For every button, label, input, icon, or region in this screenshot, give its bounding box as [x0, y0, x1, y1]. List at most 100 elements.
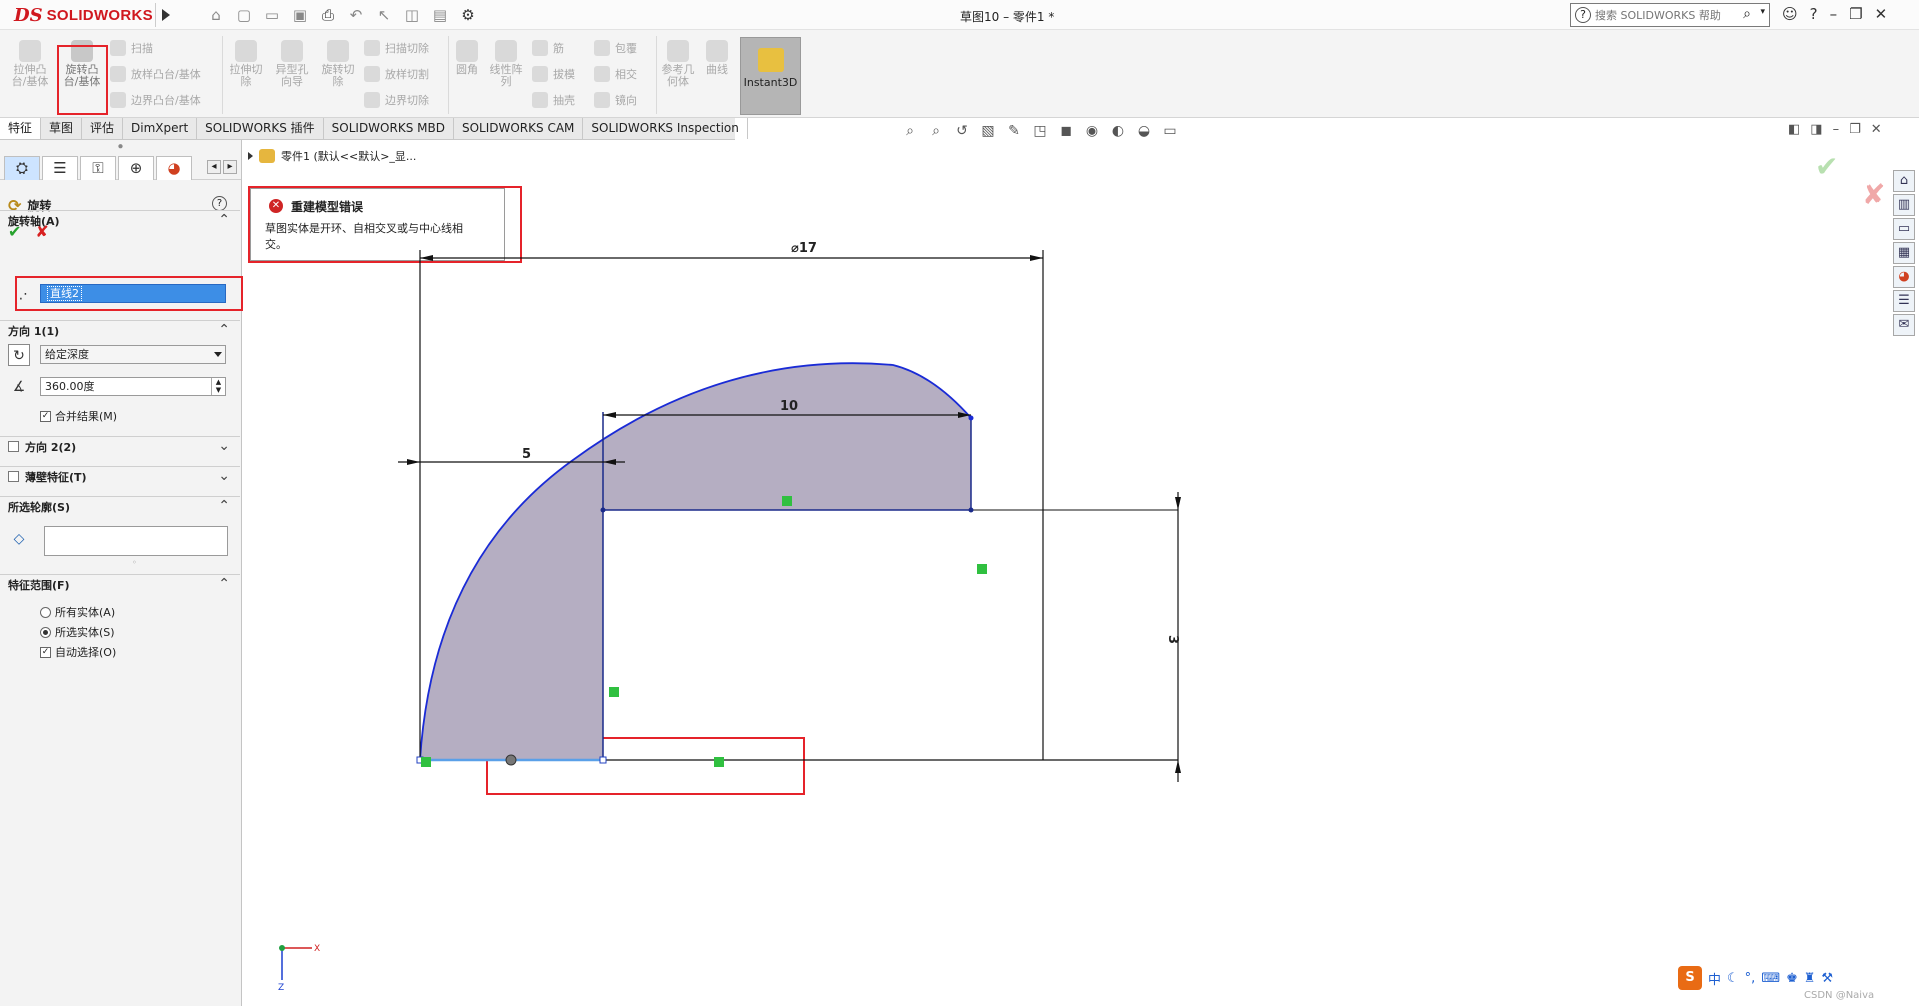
resources-home-icon[interactable]: ⌂	[1893, 170, 1915, 192]
boundary-cut-button[interactable]: 边界切除	[364, 92, 429, 108]
help-search-input[interactable]	[1595, 7, 1735, 23]
axis-section-header[interactable]: 旋转轴(A) ⌃	[0, 210, 240, 230]
close-icon[interactable]: ✕	[1875, 5, 1888, 23]
sogou-logo-icon[interactable]: S	[1678, 966, 1702, 990]
scene-icon[interactable]: ◒	[1134, 122, 1154, 140]
user-icon[interactable]: ☺	[1782, 5, 1798, 23]
dynamic-annotation-icon[interactable]: ✎	[1004, 122, 1024, 140]
boundary-boss-button[interactable]: 边界凸台/基体	[110, 92, 201, 108]
moon-icon[interactable]: ☾	[1727, 971, 1739, 986]
display-style-icon[interactable]: ◼	[1056, 122, 1076, 140]
doc-minimize-icon[interactable]: –	[1833, 122, 1840, 137]
revolve-boss-button[interactable]: 旋转凸 台/基体	[60, 40, 104, 88]
chevron-left-icon[interactable]: ◂	[207, 160, 221, 174]
sketch-viewport[interactable]: ⌀17 10 5 3	[243, 140, 1888, 1006]
feature-manager-tab[interactable]: ⛭	[4, 156, 40, 180]
minimize-icon[interactable]: –	[1830, 5, 1838, 23]
feature-scope-section-header[interactable]: 特征范围(F) ⌃	[0, 574, 240, 594]
chevron-up-icon[interactable]: ⌃	[218, 576, 230, 592]
horizontal-relation-icon[interactable]	[782, 496, 792, 506]
sketch-point[interactable]	[968, 415, 974, 421]
vertical-relation-icon[interactable]	[609, 687, 619, 697]
save-icon[interactable]: ▣	[289, 5, 311, 25]
forum-icon[interactable]: ✉	[1893, 314, 1915, 336]
angle-spinner[interactable]: ▲ ▼	[211, 378, 225, 395]
section-view-icon[interactable]: ▧	[978, 122, 998, 140]
shell-button[interactable]: 抽壳	[532, 92, 575, 108]
hide-show-icon[interactable]: ◉	[1082, 122, 1102, 140]
tab-2[interactable]: 评估	[82, 118, 124, 139]
scope-all-bodies-radio[interactable]: 所有实体(A)	[40, 604, 115, 620]
display-manager-tab[interactable]: ◕	[156, 156, 192, 180]
appearances-icon[interactable]: ◕	[1893, 266, 1915, 288]
mirror-button[interactable]: 镜向	[594, 92, 637, 108]
custom-properties-icon[interactable]: ☰	[1893, 290, 1915, 312]
design-library-icon[interactable]: ▥	[1893, 194, 1915, 216]
wrap-button[interactable]: 包覆	[594, 40, 637, 56]
chevron-down-icon[interactable]: ⌄	[218, 438, 230, 454]
merge-result-checkbox[interactable]: ✓ 合并结果(M)	[40, 408, 117, 424]
view-orientation-icon[interactable]: ◳	[1030, 122, 1050, 140]
view-palette-icon[interactable]: ▦	[1893, 242, 1915, 264]
dimxpert-manager-tab[interactable]: ⊕	[118, 156, 154, 180]
loft-button[interactable]: 放样凸台/基体	[110, 66, 201, 82]
selected-contours-list[interactable]	[44, 526, 228, 556]
ime-lang-toggle[interactable]: 中	[1708, 969, 1721, 988]
restore-icon[interactable]: ❐	[1849, 5, 1862, 23]
direction2-checkbox[interactable]	[8, 441, 19, 452]
select-arrow-icon[interactable]: ↖	[373, 5, 395, 25]
draft-button[interactable]: 拔模	[532, 66, 575, 82]
skin-icon[interactable]: ♚	[1786, 971, 1798, 986]
linear-pattern-button[interactable]: 线性阵 列	[486, 40, 526, 88]
chevron-down-icon[interactable]: ⌄	[218, 468, 230, 484]
open-folder-icon[interactable]: ▭	[261, 5, 283, 25]
angle-input[interactable]: 360.00度 ▲ ▼	[40, 377, 226, 396]
fillet-button[interactable]: 圆角	[452, 40, 482, 76]
chevron-down-icon[interactable]: ▾	[1760, 7, 1765, 17]
scope-selected-bodies-radio[interactable]: 所选实体(S)	[40, 624, 115, 640]
direction2-section-header[interactable]: 方向 2(2) ⌄	[0, 436, 240, 456]
panel-grip-icon[interactable]: ⦁	[0, 140, 241, 156]
tab-7[interactable]: SOLIDWORKS Inspection	[583, 118, 748, 139]
wrench-icon[interactable]: ⚒	[1821, 971, 1833, 986]
chevron-right-icon[interactable]: ▸	[223, 160, 237, 174]
menu-expand-arrow-icon[interactable]	[155, 3, 175, 27]
doc-close-icon[interactable]: ✕	[1871, 122, 1882, 137]
print-icon[interactable]: ⎙	[317, 5, 339, 25]
home-icon[interactable]: ⌂	[205, 5, 227, 25]
zoom-area-icon[interactable]: ⌕	[926, 122, 946, 140]
sketch-point[interactable]	[600, 507, 606, 513]
dimension-10[interactable]: 10	[780, 399, 798, 414]
selected-contours-section-header[interactable]: 所选轮廓(S) ⌃	[0, 496, 240, 516]
swept-cut-button[interactable]: 扫描切除	[364, 40, 429, 56]
punctuation-icon[interactable]: °,	[1745, 971, 1756, 986]
keyboard-icon[interactable]: ⌨	[1761, 971, 1780, 986]
new-document-icon[interactable]: ▢	[233, 5, 255, 25]
coincident-relation-icon[interactable]	[421, 757, 431, 767]
tab-3[interactable]: DimXpert	[123, 118, 198, 139]
tab-4[interactable]: SOLIDWORKS 插件	[197, 118, 324, 139]
tile-right-icon[interactable]: ◨	[1810, 122, 1822, 137]
tab-0[interactable]: 特征	[0, 118, 42, 139]
dimension-3[interactable]: 3	[1165, 635, 1180, 644]
lofted-cut-button[interactable]: 放样切割	[364, 66, 429, 82]
direction1-section-header[interactable]: 方向 1(1) ⌃	[0, 320, 240, 340]
shirt-icon[interactable]: ♜	[1804, 971, 1816, 986]
axis-selection-field[interactable]: 直线2	[40, 284, 226, 303]
list-resize-grip-icon[interactable]: ◦	[132, 558, 137, 567]
reverse-direction-icon[interactable]: ↻	[8, 344, 30, 366]
zoom-to-fit-icon[interactable]: ⌕	[900, 122, 920, 140]
doc-restore-icon[interactable]: ❐	[1849, 122, 1861, 137]
tab-5[interactable]: SOLIDWORKS MBD	[324, 118, 454, 139]
end-condition-select[interactable]: 给定深度	[40, 345, 226, 364]
rebuild-icon[interactable]: ◫	[401, 5, 423, 25]
intersect-button[interactable]: 相交	[594, 66, 637, 82]
sketch-point[interactable]	[599, 756, 607, 764]
vertical-relation-icon[interactable]	[977, 564, 987, 574]
dimension-diameter[interactable]: ⌀17	[791, 241, 817, 256]
sweep-button[interactable]: 扫描	[110, 40, 153, 56]
tile-left-icon[interactable]: ◧	[1788, 122, 1800, 137]
reference-geometry-button[interactable]: 参考几 何体	[660, 40, 696, 88]
instant3d-button[interactable]: Instant3D	[740, 37, 801, 115]
view-settings-icon[interactable]: ▭	[1160, 122, 1180, 140]
